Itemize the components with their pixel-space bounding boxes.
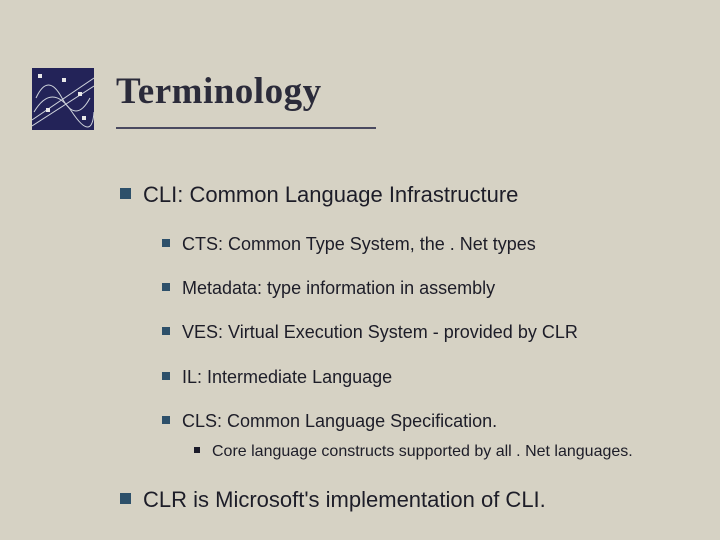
square-bullet-icon bbox=[120, 188, 131, 199]
bullet-text: Core language constructs supported by al… bbox=[212, 441, 633, 463]
bullet-text: CTS: Common Type System, the . Net types bbox=[182, 232, 536, 256]
content: CLI: Common Language Infrastructure CTS:… bbox=[120, 180, 692, 514]
square-bullet-icon bbox=[162, 283, 170, 291]
title-block: Terminology bbox=[116, 70, 376, 129]
bullet-cls-detail: Core language constructs supported by al… bbox=[194, 441, 692, 463]
square-bullet-icon bbox=[162, 327, 170, 335]
bullet-text: IL: Intermediate Language bbox=[182, 365, 392, 389]
bullet-cls: CLS: Common Language Specification. bbox=[162, 409, 692, 433]
square-bullet-icon bbox=[162, 416, 170, 424]
bullet-metadata: Metadata: type information in assembly bbox=[162, 276, 692, 300]
square-bullet-icon bbox=[194, 447, 200, 453]
cls-detail-block: Core language constructs supported by al… bbox=[194, 441, 692, 463]
bullet-text: CLS: Common Language Specification. bbox=[182, 409, 497, 433]
bullet-cts: CTS: Common Type System, the . Net types bbox=[162, 232, 692, 256]
bullet-cli: CLI: Common Language Infrastructure bbox=[120, 180, 692, 210]
title-underline bbox=[116, 127, 376, 129]
square-bullet-icon bbox=[162, 239, 170, 247]
bullet-text: VES: Virtual Execution System - provided… bbox=[182, 320, 578, 344]
square-bullet-icon bbox=[162, 372, 170, 380]
bullet-clr: CLR is Microsoft's implementation of CLI… bbox=[120, 485, 692, 515]
square-bullet-icon bbox=[120, 493, 131, 504]
bullet-il: IL: Intermediate Language bbox=[162, 365, 692, 389]
bullet-ves: VES: Virtual Execution System - provided… bbox=[162, 320, 692, 344]
slide-title: Terminology bbox=[116, 70, 376, 113]
sub-bullets: CTS: Common Type System, the . Net types… bbox=[162, 232, 692, 463]
ornament-icon bbox=[32, 68, 94, 130]
bullet-text: Metadata: type information in assembly bbox=[182, 276, 495, 300]
bullet-text: CLI: Common Language Infrastructure bbox=[143, 180, 518, 210]
bullet-text: CLR is Microsoft's implementation of CLI… bbox=[143, 485, 546, 515]
slide: Terminology CLI: Common Language Infrast… bbox=[0, 0, 720, 540]
